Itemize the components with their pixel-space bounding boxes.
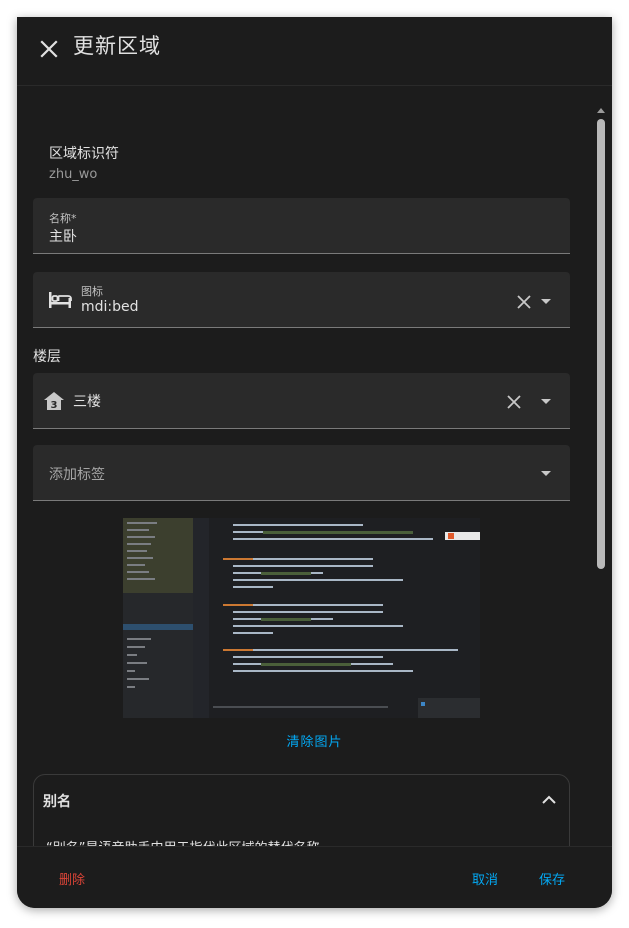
dialog-title: 更新区域 — [73, 34, 161, 58]
clear-floor-button[interactable] — [505, 393, 523, 411]
area-id-label: 区域标识符 — [49, 146, 119, 162]
labels-placeholder: 添加标签 — [49, 467, 105, 483]
clear-picture-button[interactable]: 清除图片 — [17, 731, 612, 750]
name-field[interactable]: 名称* 主卧 — [33, 198, 570, 254]
svg-text:3: 3 — [51, 400, 58, 411]
name-field-label: 名称* — [49, 212, 77, 225]
scroll-up-arrow-icon[interactable] — [595, 105, 607, 115]
floor-picker-field[interactable]: 3 三楼 — [33, 373, 570, 429]
chevron-down-icon[interactable] — [539, 294, 553, 308]
icon-picker-field[interactable]: 图标 mdi:bed — [33, 272, 570, 328]
area-picture — [123, 518, 480, 718]
edit-area-dialog: 更新区域 区域标识符 zhu_wo 名称* 主卧 图标 mdi:bed 楼层 3… — [17, 17, 612, 908]
floor-heading: 楼层 — [33, 349, 61, 365]
floor-value[interactable]: 三楼 — [73, 391, 101, 411]
save-button[interactable]: 保存 — [539, 869, 565, 888]
dialog-footer: 删除 取消 保存 — [17, 846, 612, 908]
chevron-up-icon[interactable] — [540, 791, 558, 809]
cancel-button[interactable]: 取消 — [472, 869, 498, 888]
labels-picker-field[interactable]: 添加标签 — [33, 445, 570, 501]
code-editor-screenshot-image — [123, 518, 480, 718]
scrollbar-thumb[interactable] — [597, 119, 605, 569]
scrollbar[interactable] — [595, 105, 607, 857]
aliases-title: 别名 — [43, 794, 71, 810]
icon-field-value[interactable]: mdi:bed — [81, 299, 139, 315]
chevron-down-icon[interactable] — [539, 394, 553, 408]
name-field-value[interactable]: 主卧 — [49, 226, 77, 246]
clear-icon-button[interactable] — [515, 293, 533, 311]
chevron-down-icon[interactable] — [539, 466, 553, 480]
delete-button[interactable]: 删除 — [59, 869, 85, 888]
dialog-content[interactable]: 区域标识符 zhu_wo 名称* 主卧 图标 mdi:bed 楼层 3 三楼 添… — [17, 85, 612, 862]
dialog-header: 更新区域 — [17, 17, 612, 86]
bed-icon — [49, 292, 72, 308]
close-icon — [40, 40, 58, 58]
home-floor-3-icon: 3 — [44, 392, 64, 411]
icon-field-label: 图标 — [81, 285, 103, 298]
area-id-value: zhu_wo — [49, 167, 98, 182]
close-button[interactable] — [33, 33, 65, 65]
